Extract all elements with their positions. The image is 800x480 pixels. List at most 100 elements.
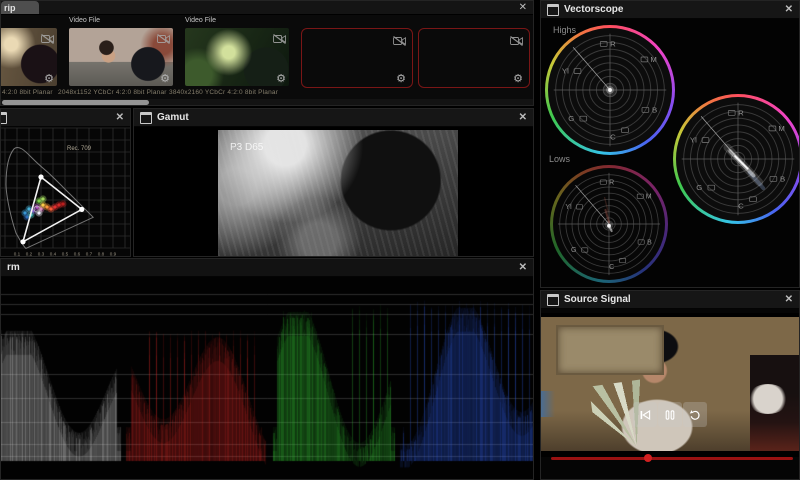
video-frame [541, 317, 799, 451]
close-icon[interactable]: ✕ [519, 3, 527, 13]
gamut-check-image: P3 D65 [218, 130, 458, 256]
gamut-panel: Gamut ✕ P3 D65 [133, 108, 534, 257]
camera-off-icon[interactable] [393, 33, 406, 43]
svg-text:B: B [652, 105, 657, 114]
clip-thumbnail[interactable]: ⚙ [0, 28, 57, 86]
skip-back-icon [639, 409, 651, 421]
svg-text:G: G [696, 183, 702, 192]
cie-diagram: Rec. 709 0.1 0.2 0.3 0.4 0.5 0.6 0.7 0.8 0.9 [1, 127, 131, 257]
panel-title: Vectorscope [564, 4, 623, 15]
gamut-titlebar[interactable]: Gamut ✕ [134, 109, 533, 127]
svg-text:C: C [738, 201, 744, 210]
waveform-panel: rm ✕ [0, 258, 534, 480]
clip-thumbnail[interactable]: ⚙ [185, 28, 289, 86]
svg-text:M: M [650, 55, 656, 64]
close-icon[interactable]: ✕ [785, 295, 793, 305]
svg-text:G: G [571, 247, 576, 254]
progress-bar[interactable] [551, 457, 793, 460]
svg-text:0.3: 0.3 [38, 252, 45, 257]
svg-text:0.5: 0.5 [62, 252, 69, 257]
svg-text:Yl: Yl [565, 204, 572, 211]
waveform-titlebar[interactable]: rm ✕ [1, 259, 533, 277]
tab-strip[interactable]: rip [1, 1, 39, 14]
svg-text:0.9: 0.9 [110, 252, 117, 257]
gamut-space-label: P3 D65 [230, 142, 263, 153]
tab-strip-label: rip [4, 3, 16, 13]
svg-text:0.4: 0.4 [50, 252, 57, 257]
svg-text:M: M [646, 193, 652, 200]
source-titlebar[interactable]: Source Signal ✕ [541, 291, 799, 309]
gamut-vertex-blue [20, 239, 25, 244]
vectorscope-highs: R M B C G Yl [545, 25, 675, 155]
panel-title: Source Signal [564, 294, 631, 305]
loop-button[interactable] [683, 402, 707, 427]
strip-scrollbar-thumb[interactable] [2, 100, 149, 105]
svg-text:B: B [647, 239, 652, 246]
clip-label: Video File [185, 17, 216, 24]
svg-text:M: M [778, 124, 784, 133]
vectorscope-titlebar[interactable]: Vectorscope ✕ [541, 1, 799, 19]
cie-titlebar[interactable]: ✕ [1, 109, 130, 127]
rgb-parade-waveform [1, 277, 534, 480]
close-icon[interactable]: ✕ [785, 5, 793, 15]
svg-text:C: C [609, 264, 614, 271]
svg-text:C: C [610, 132, 616, 141]
svg-text:B: B [780, 174, 785, 183]
playback-controls [541, 402, 799, 427]
panel-title: Gamut [157, 112, 189, 123]
gamut-vertex-red [79, 207, 84, 212]
svg-text:Yl: Yl [562, 67, 569, 76]
camera-off-icon[interactable] [510, 33, 523, 43]
skip-to-start-button[interactable] [633, 402, 657, 427]
svg-text:0.8: 0.8 [98, 252, 105, 257]
clip-metadata: 2048x1152 YCbCr 4:2:0 8bit Planar [58, 89, 167, 96]
camera-off-icon[interactable] [157, 31, 170, 41]
window-icon [140, 112, 152, 124]
pause-button[interactable] [658, 402, 682, 427]
gear-icon[interactable]: ⚙ [513, 74, 523, 85]
gear-icon[interactable]: ⚙ [396, 74, 406, 85]
cie-standard-label: Rec. 709 [67, 146, 92, 152]
vectorscope-mids: R M B C G Yl [673, 94, 800, 224]
svg-text:R: R [609, 179, 614, 186]
svg-text:Yl: Yl [690, 136, 697, 145]
panel-title: rm [7, 262, 20, 273]
svg-text:0.2: 0.2 [26, 252, 33, 257]
clip-label: Video File [69, 17, 100, 24]
close-icon[interactable]: ✕ [116, 113, 124, 123]
svg-text:0.1: 0.1 [14, 252, 21, 257]
gear-icon[interactable]: ⚙ [276, 74, 286, 85]
camera-off-icon[interactable] [273, 31, 286, 41]
cie-diagram-panel: ✕ Rec. 709 0.1 0.2 0.3 0.4 0.5 0.6 0.7 0.8 0.9 [0, 108, 131, 257]
gear-icon[interactable]: ⚙ [160, 74, 170, 85]
svg-text:0.6: 0.6 [74, 252, 81, 257]
clip-strip-panel: rip ✕ Video File Video File ⚙ ⚙ ⚙ ⚙ ⚙ 4:… [0, 0, 534, 106]
wall-art [556, 325, 663, 375]
close-icon[interactable]: ✕ [519, 263, 527, 273]
empty-clip-slot[interactable]: ⚙ [301, 28, 413, 88]
clip-thumbnail[interactable]: ⚙ [69, 28, 173, 86]
svg-text:0.7: 0.7 [86, 252, 93, 257]
svg-text:R: R [610, 39, 616, 48]
svg-text:G: G [568, 114, 574, 123]
svg-text:R: R [738, 108, 744, 117]
window-icon [547, 4, 559, 16]
empty-clip-slot[interactable]: ⚙ [418, 28, 530, 88]
video-preview[interactable] [541, 313, 799, 457]
vectorscope-lows: R M B C G Yl [550, 165, 668, 283]
gamut-vertex-green [38, 174, 43, 179]
spectral-locus [6, 147, 93, 248]
clip-metadata: 3840x2160 YCbCr 4:2:0 8bit Planar [169, 89, 278, 96]
source-signal-panel: Source Signal ✕ [540, 290, 800, 480]
close-icon[interactable]: ✕ [519, 113, 527, 123]
pause-icon [664, 409, 676, 421]
gear-icon[interactable]: ⚙ [44, 74, 54, 85]
vectorscope-panel: Vectorscope ✕ Highs Lows RMBCGYl RMBCGYl… [540, 0, 800, 288]
loop-icon [689, 409, 701, 421]
window-icon [547, 294, 559, 306]
window-icon [0, 112, 7, 124]
strip-tabbar[interactable]: rip ✕ [1, 1, 533, 15]
camera-off-icon[interactable] [41, 31, 54, 41]
zone-label-lows: Lows [549, 154, 570, 164]
playhead-handle[interactable] [644, 454, 652, 462]
